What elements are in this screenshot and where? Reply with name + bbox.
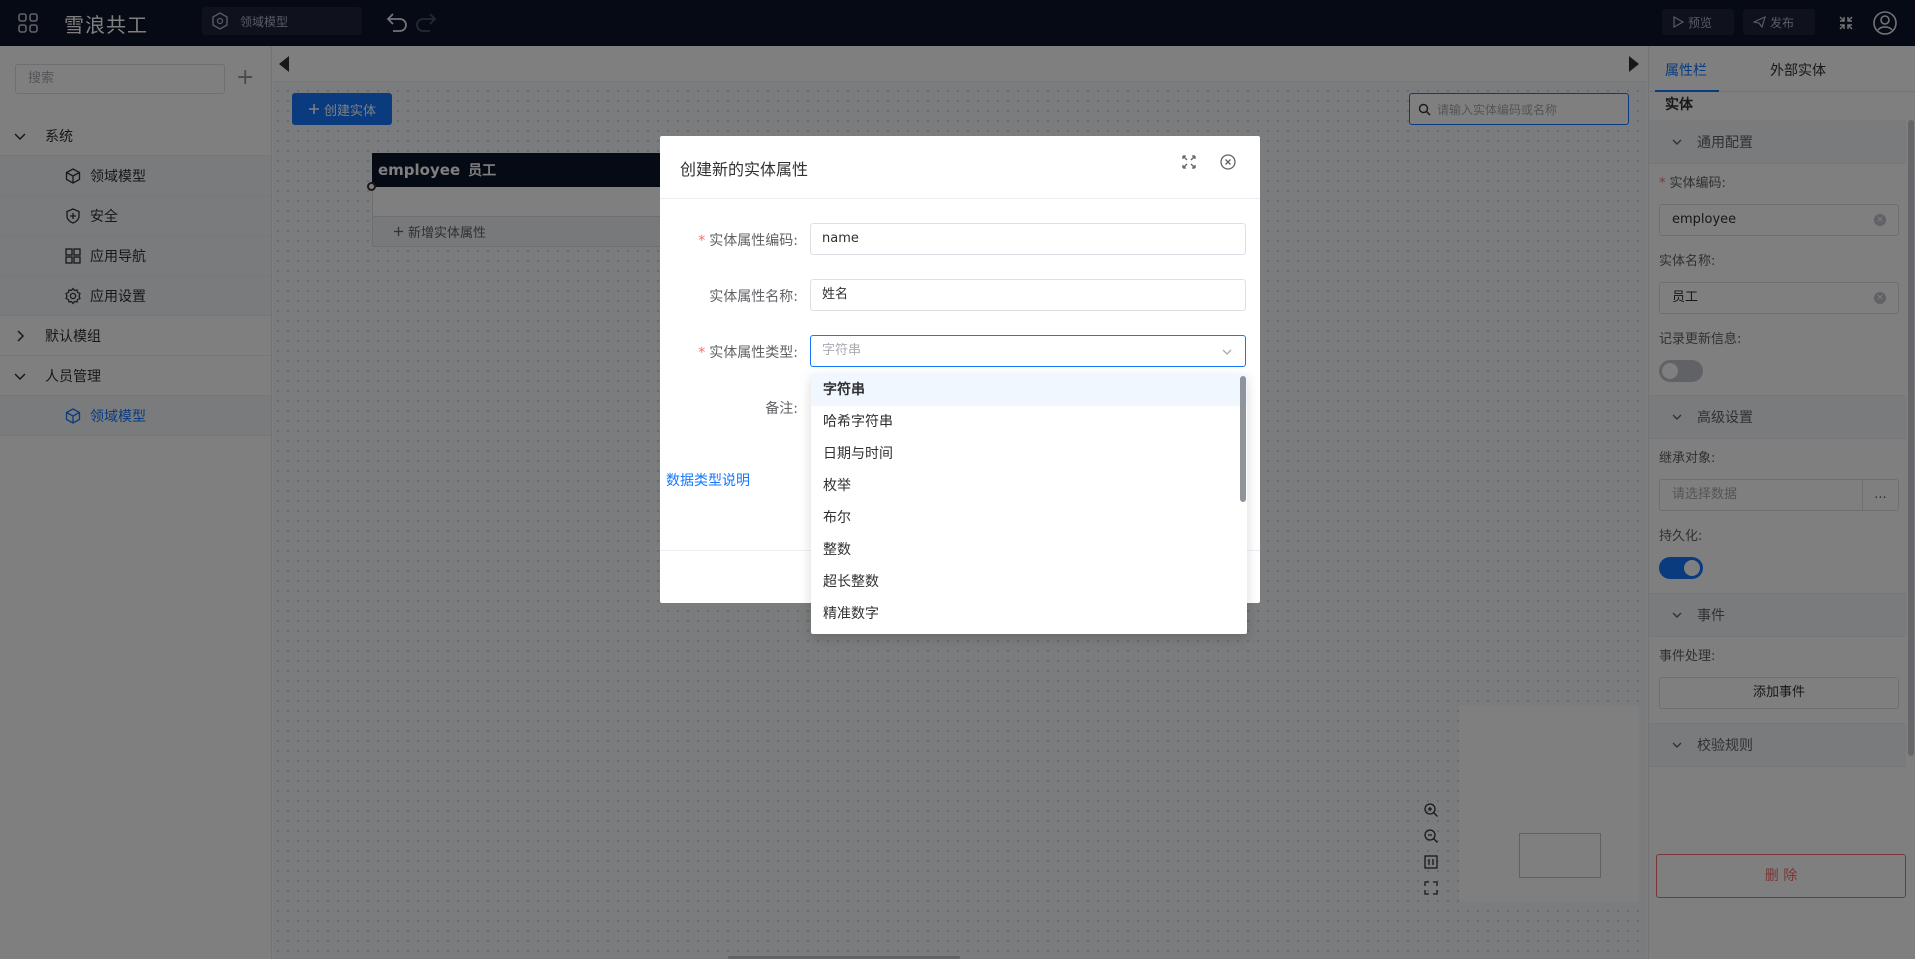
dropdown-option[interactable]: 整数 [811,534,1247,566]
chevron-down-icon [1222,349,1232,355]
dropdown-option[interactable]: 精准数字 [811,598,1247,630]
dropdown-option[interactable]: 日期与时间 [811,438,1247,470]
dropdown-option[interactable]: 超长整数 [811,566,1247,598]
dropdown-option[interactable]: 字符串 [811,374,1247,406]
form-row-type: * 实体属性类型: 字符串 [660,335,1260,367]
form-row-code: * 实体属性编码: name [660,223,1260,255]
expand-icon[interactable] [1181,154,1197,170]
dialog-title: 创建新的实体属性 [680,160,809,179]
remark-label: 备注: [765,401,798,417]
attribute-code-label: * 实体属性编码: [698,233,798,249]
form-row-name: 实体属性名称: 姓名 [660,279,1260,311]
attribute-name-label: 实体属性名称: [709,289,798,305]
attribute-code-input[interactable]: name [810,223,1246,255]
attribute-type-select[interactable]: 字符串 [810,335,1246,367]
dropdown-scrollbar[interactable] [1240,376,1246,502]
attribute-type-label: * 实体属性类型: [698,345,798,361]
dialog-divider [660,198,1260,199]
dropdown-option[interactable]: 布尔 [811,502,1247,534]
close-icon[interactable] [1219,153,1237,171]
dropdown-option[interactable]: 枚举 [811,470,1247,502]
dropdown-option[interactable]: 哈希字符串 [811,406,1247,438]
attribute-name-input[interactable]: 姓名 [810,279,1246,311]
data-type-help-link[interactable]: 数据类型说明 [666,470,750,490]
attribute-type-dropdown: 字符串 哈希字符串 日期与时间 枚举 布尔 整数 超长整数 精准数字 [811,374,1247,634]
